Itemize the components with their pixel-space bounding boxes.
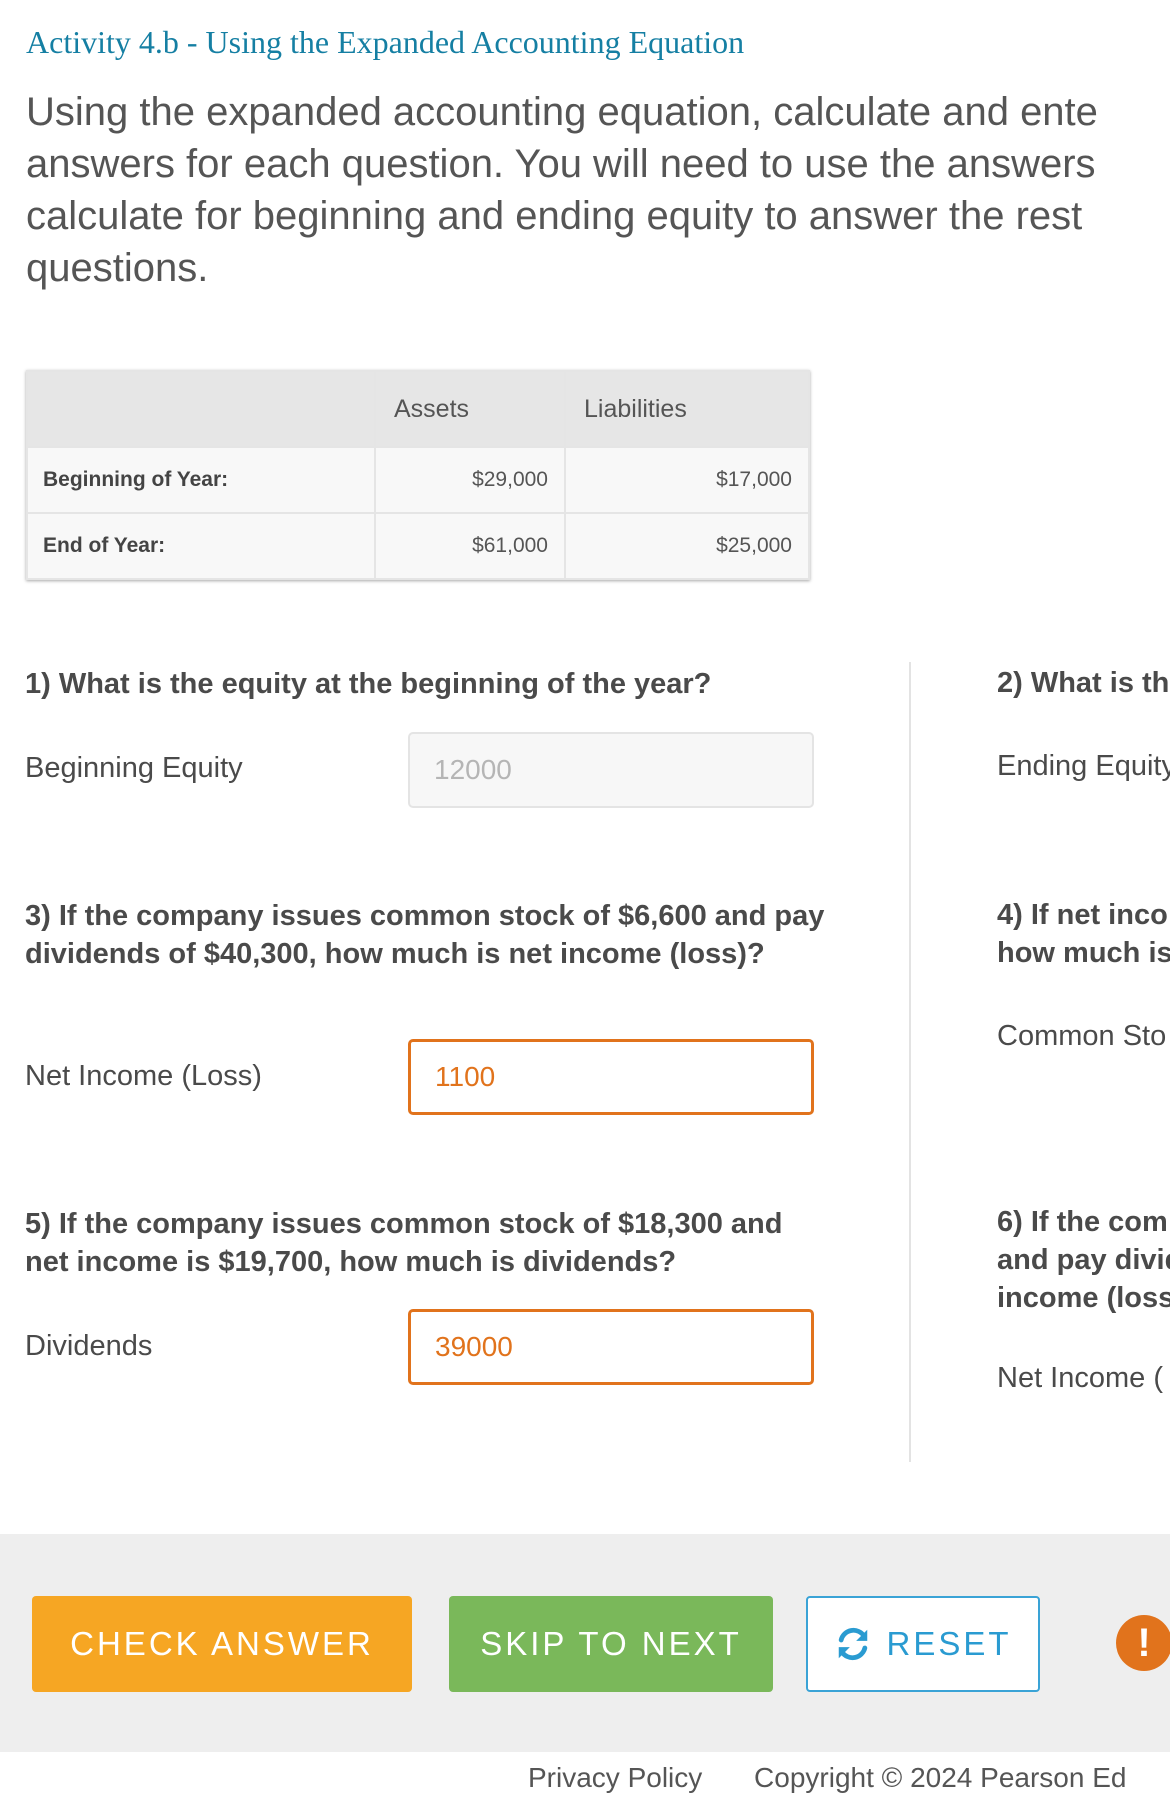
table-header-liabilities: Liabilities bbox=[564, 370, 810, 448]
exclamation-icon[interactable]: ! bbox=[1116, 1615, 1170, 1671]
skip-to-next-button[interactable]: SKIP TO NEXT bbox=[449, 1596, 773, 1692]
question-6-line1: 6) If the com bbox=[997, 1206, 1168, 1238]
question-4-line1: 4) If net inco bbox=[997, 899, 1168, 931]
question-5: 5) If the company issues common stock of… bbox=[25, 1208, 783, 1278]
copyright-text: Copyright © 2024 Pearson Ed bbox=[754, 1762, 1127, 1793]
question-1: 1) What is the equity at the beginning o… bbox=[25, 668, 712, 700]
reset-button[interactable]: RESET bbox=[806, 1596, 1040, 1692]
question-3: 3) If the company issues common stock of… bbox=[25, 900, 825, 970]
beginning-equity-label: Beginning Equity bbox=[25, 752, 243, 784]
reset-label: RESET bbox=[886, 1625, 1012, 1662]
common-stock-label: Common Sto bbox=[997, 1020, 1167, 1052]
activity-title: Activity 4.b - Using the Expanded Accoun… bbox=[26, 24, 745, 60]
row-label-end: End of Year: bbox=[26, 512, 376, 580]
footer-links: Privacy Policy Copyright © 2024 Pearson … bbox=[528, 1762, 1170, 1794]
table-header-assets: Assets bbox=[374, 370, 566, 448]
table-row: Beginning of Year: $29,000 $17,000 bbox=[26, 446, 810, 514]
net-income-input[interactable] bbox=[408, 1039, 814, 1115]
privacy-policy-link[interactable]: Privacy Policy bbox=[528, 1762, 702, 1793]
column-divider bbox=[909, 662, 911, 1462]
dividends-label: Dividends bbox=[25, 1330, 153, 1362]
beginning-equity-input[interactable] bbox=[408, 732, 814, 808]
net-income-label-right: Net Income ( bbox=[997, 1362, 1163, 1394]
question-6-line3: income (loss bbox=[997, 1282, 1170, 1314]
question-4-line2: how much is bbox=[997, 937, 1170, 969]
dividends-input[interactable] bbox=[408, 1309, 814, 1385]
question-6-line2: and pay divid bbox=[997, 1244, 1170, 1276]
net-income-label: Net Income (Loss) bbox=[25, 1060, 262, 1092]
table-header-blank bbox=[26, 370, 376, 448]
beginning-assets: $29,000 bbox=[374, 446, 566, 514]
end-liabilities: $25,000 bbox=[564, 512, 810, 580]
beginning-liabilities: $17,000 bbox=[564, 446, 810, 514]
balance-table: Assets Liabilities Beginning of Year: $2… bbox=[26, 370, 810, 580]
question-6: 6) If the com and pay divid income (loss bbox=[997, 1203, 1170, 1317]
row-label-beginning: Beginning of Year: bbox=[26, 446, 376, 514]
question-2: 2) What is th bbox=[997, 667, 1170, 699]
table-header-row: Assets Liabilities bbox=[26, 370, 810, 448]
refresh-icon bbox=[839, 1627, 868, 1661]
end-assets: $61,000 bbox=[374, 512, 566, 580]
ending-equity-label: Ending Equity bbox=[997, 750, 1170, 782]
question-4: 4) If net inco how much is bbox=[997, 896, 1170, 972]
table-row: End of Year: $61,000 $25,000 bbox=[26, 512, 810, 580]
instructions-text: Using the expanded accounting equation, … bbox=[26, 90, 1098, 290]
check-answer-button[interactable]: CHECK ANSWER bbox=[32, 1596, 412, 1692]
